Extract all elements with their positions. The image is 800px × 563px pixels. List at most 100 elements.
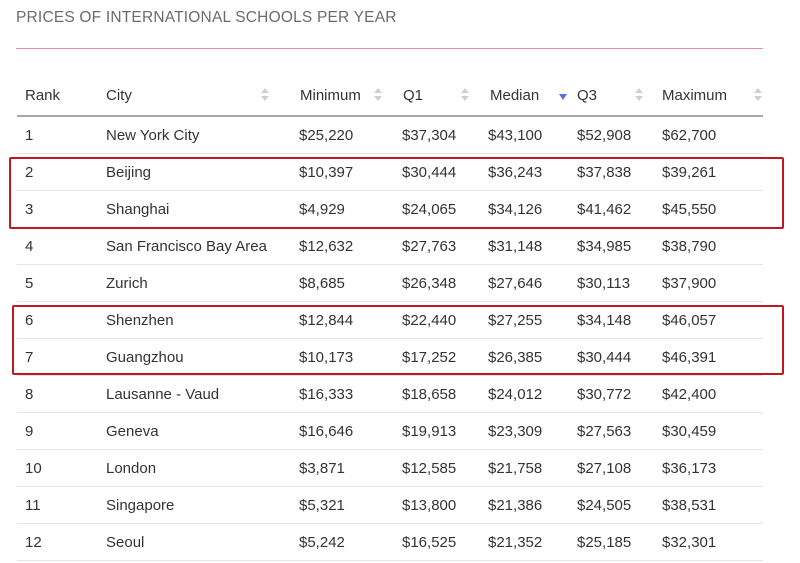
cell-q1: $26,348: [386, 264, 471, 302]
cell-maximum: $30,459: [648, 412, 763, 450]
cell-maximum: $36,173: [648, 449, 763, 487]
cell-rank: 2: [17, 153, 97, 191]
column-header-q1[interactable]: Q1: [386, 76, 471, 117]
column-header-label: Median: [490, 87, 540, 104]
page: PRICES OF INTERNATIONAL SCHOOLS PER YEAR…: [0, 0, 800, 563]
cell-maximum: $32,301: [648, 523, 763, 561]
cell-city: London: [97, 449, 276, 487]
cell-median: $31,148: [471, 227, 563, 265]
cell-q3: $34,985: [563, 227, 648, 265]
cell-rank: 11: [17, 486, 97, 524]
column-header-rank[interactable]: Rank: [17, 76, 97, 117]
cell-rank: 8: [17, 375, 97, 413]
cell-maximum: $62,700: [648, 116, 763, 154]
cell-q1: $13,800: [386, 486, 471, 524]
cell-maximum: $37,900: [648, 264, 763, 302]
cell-q3: $34,148: [563, 301, 648, 339]
table-row: 7 Guangzhou $10,173 $17,252 $26,385 $30,444 $4…: [17, 338, 763, 376]
column-header-minimum[interactable]: Minimum: [276, 76, 386, 117]
cell-maximum: $46,057: [648, 301, 763, 339]
cell-q1: $16,525: [386, 523, 471, 561]
sort-icon[interactable]: [635, 88, 643, 102]
cell-q1: $37,304: [386, 116, 471, 154]
sort-icon[interactable]: [261, 88, 269, 102]
cell-rank: 1: [17, 116, 97, 154]
table-row: 4 San Francisco Bay Area $12,632 $27,763 $31…: [17, 227, 763, 265]
cell-city: Zurich: [97, 264, 276, 302]
cell-rank: 3: [17, 190, 97, 228]
cell-minimum: $4,929: [276, 190, 386, 228]
page-title: PRICES OF INTERNATIONAL SCHOOLS PER YEAR: [16, 9, 397, 26]
column-header-q3[interactable]: Q3: [563, 76, 648, 117]
column-header-label: Q3: [577, 87, 598, 104]
cell-median: $27,255: [471, 301, 563, 339]
column-header-label: Q1: [403, 87, 424, 104]
cell-median: $23,309: [471, 412, 563, 450]
cell-minimum: $12,844: [276, 301, 386, 339]
cell-city: New York City: [97, 116, 276, 154]
cell-q3: $27,563: [563, 412, 648, 450]
cell-city: Shenzhen: [97, 301, 276, 339]
cell-rank: 5: [17, 264, 97, 302]
column-header-median[interactable]: Median: [471, 76, 567, 117]
cell-city: San Francisco Bay Area: [97, 227, 276, 265]
column-header-maximum[interactable]: Maximum: [648, 76, 763, 117]
cell-maximum: $38,790: [648, 227, 763, 265]
title-divider: [16, 48, 763, 49]
table-row: 10 London $3,871 $12,585 $21,758 $27,108 $36,1…: [17, 449, 763, 487]
table-row: 2 Beijing $10,397 $30,444 $36,243 $37,838 $39,…: [17, 153, 763, 191]
cell-minimum: $8,685: [276, 264, 386, 302]
cell-q3: $30,113: [563, 264, 648, 302]
cell-minimum: $10,397: [276, 153, 386, 191]
cell-q3: $37,838: [563, 153, 648, 191]
cell-median: $21,758: [471, 449, 563, 487]
cell-median: $27,646: [471, 264, 563, 302]
cell-minimum: $3,871: [276, 449, 386, 487]
cell-q3: $24,505: [563, 486, 648, 524]
table-header-row: Rank City Minimum Q1 Median Q3 Maximum: [17, 76, 763, 117]
cell-maximum: $46,391: [648, 338, 763, 376]
cell-city: Seoul: [97, 523, 276, 561]
cell-q3: $30,772: [563, 375, 648, 413]
table-row: 6 Shenzhen $12,844 $22,440 $27,255 $34,148 $46…: [17, 301, 763, 339]
cell-maximum: $39,261: [648, 153, 763, 191]
cell-city: Beijing: [97, 153, 276, 191]
cell-q1: $19,913: [386, 412, 471, 450]
column-header-label: Rank: [25, 87, 61, 104]
cell-q3: $27,108: [563, 449, 648, 487]
cell-minimum: $25,220: [276, 116, 386, 154]
cell-city: Lausanne - Vaud: [97, 375, 276, 413]
cell-q3: $30,444: [563, 338, 648, 376]
cell-maximum: $38,531: [648, 486, 763, 524]
cell-minimum: $16,333: [276, 375, 386, 413]
cell-q1: $27,763: [386, 227, 471, 265]
column-header-label: Maximum: [662, 87, 728, 104]
cell-city: Guangzhou: [97, 338, 276, 376]
cell-q3: $25,185: [563, 523, 648, 561]
sort-icon[interactable]: [461, 88, 469, 102]
cell-median: $26,385: [471, 338, 563, 376]
column-header-city[interactable]: City: [97, 76, 276, 117]
cell-rank: 7: [17, 338, 97, 376]
cell-median: $21,386: [471, 486, 563, 524]
cell-median: $34,126: [471, 190, 563, 228]
cell-minimum: $16,646: [276, 412, 386, 450]
table-row: 8 Lausanne - Vaud $16,333 $18,658 $24,012 $30…: [17, 375, 763, 413]
cell-median: $36,243: [471, 153, 563, 191]
sort-icon[interactable]: [754, 88, 762, 102]
table-row: 9 Geneva $16,646 $19,913 $23,309 $27,563 $30,4…: [17, 412, 763, 450]
cell-rank: 4: [17, 227, 97, 265]
cell-q1: $18,658: [386, 375, 471, 413]
table-row: 1 New York City $25,220 $37,304 $43,100 $52,9…: [17, 116, 763, 154]
table-row: 11 Singapore $5,321 $13,800 $21,386 $24,505 $3…: [17, 486, 763, 524]
sort-icon[interactable]: [374, 88, 382, 102]
column-header-label: Minimum: [300, 87, 361, 104]
table-row: 12 Seoul $5,242 $16,525 $21,352 $25,185 $32,30…: [17, 523, 763, 561]
cell-median: $24,012: [471, 375, 563, 413]
column-header-label: City: [106, 87, 132, 104]
prices-table: Rank City Minimum Q1 Median Q3 Maximum 1…: [17, 76, 763, 561]
cell-rank: 6: [17, 301, 97, 339]
cell-minimum: $12,632: [276, 227, 386, 265]
cell-q1: $24,065: [386, 190, 471, 228]
cell-minimum: $10,173: [276, 338, 386, 376]
